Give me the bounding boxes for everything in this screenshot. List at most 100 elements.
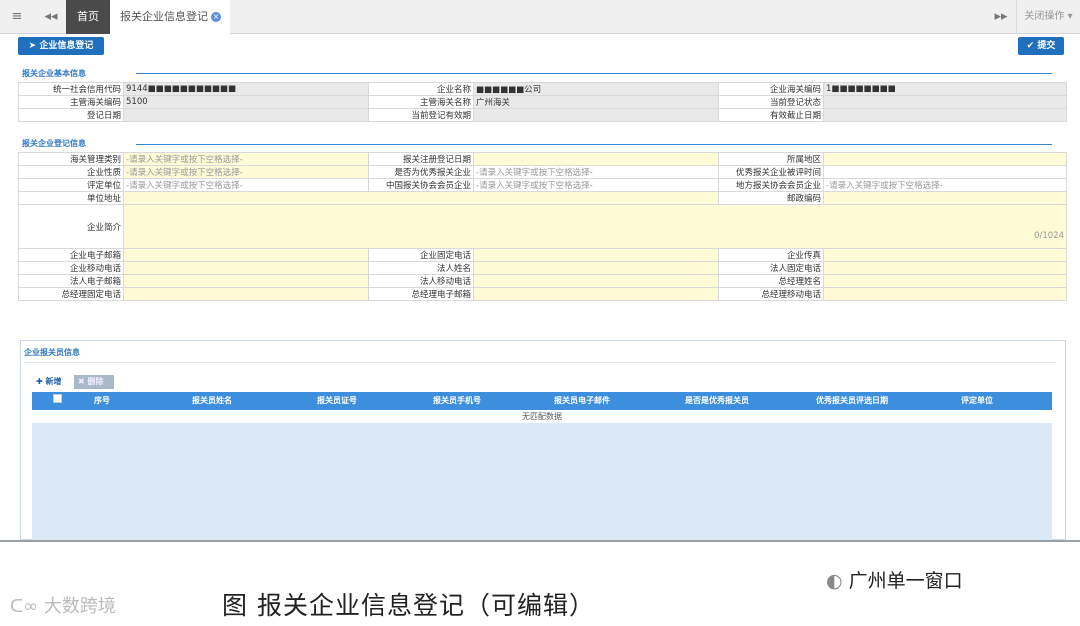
delete-button[interactable]: ✖ 删除 <box>74 375 114 389</box>
tab-current-label: 报关企业信息登记 <box>120 10 208 23</box>
col-index: 序号 <box>94 396 110 405</box>
submit-button[interactable]: ✔ 提交 <box>1018 37 1064 55</box>
add-label: 新增 <box>45 377 62 386</box>
gm-email-label: 总经理电子邮箱 <box>368 287 474 301</box>
expiry-label: 有效截止日期 <box>718 108 824 122</box>
postal-label: 邮政编码 <box>718 191 824 205</box>
col-eval-date: 优秀报关员评选日期 <box>816 396 888 405</box>
gm-name-input[interactable] <box>823 274 1067 288</box>
watermark-left-text: 大数跨境 <box>43 596 116 617</box>
gm-name-label: 总经理姓名 <box>718 274 824 288</box>
reg-date-label: 报关注册登记日期 <box>368 152 474 166</box>
legal-name-input[interactable] <box>473 261 719 275</box>
gm-phone-label: 总经理固定电话 <box>18 287 124 301</box>
customs-category-label: 海关管理类别 <box>18 152 124 166</box>
divider <box>136 73 1052 74</box>
tab-home[interactable]: 首页 <box>66 0 110 34</box>
scroll-right-icon[interactable]: ▸▸ <box>988 0 1014 34</box>
status-value <box>823 95 1067 109</box>
intro-char-count: 0/1024 <box>1034 231 1064 241</box>
nature-label: 企业性质 <box>18 165 124 179</box>
legal-email-label: 法人电子邮箱 <box>18 274 124 288</box>
select-all-checkbox[interactable] <box>53 394 62 403</box>
legal-mobile-input[interactable] <box>473 274 719 288</box>
col-email: 报关员电子邮件 <box>554 396 610 405</box>
watermark-right-text: 广州单一窗口 <box>848 570 963 592</box>
postal-input[interactable] <box>823 191 1067 205</box>
close-operations-label: 关闭操作 <box>1024 11 1065 22</box>
address-input[interactable] <box>123 191 719 205</box>
fax-label: 企业传真 <box>718 248 824 262</box>
credit-code-value: 9144■■■■■■■■■■■ <box>123 82 369 96</box>
region-input[interactable] <box>823 152 1067 166</box>
broker-grid: 序号 报关员姓名 报关员证号 报关员手机号 报关员电子邮件 是否是优秀报关员 优… <box>32 392 1052 542</box>
scroll-left-icon[interactable]: ◂◂ <box>38 0 64 34</box>
divider <box>136 144 1052 145</box>
close-operations-dropdown[interactable]: 关闭操作 ▾ <box>1016 0 1080 34</box>
add-button[interactable]: ✚ 新增 <box>36 375 62 389</box>
credit-code-label: 统一社会信用代码 <box>18 82 124 96</box>
close-icon: ✖ <box>78 377 85 386</box>
intro-label: 企业简介 <box>18 204 124 249</box>
divider <box>0 540 1080 542</box>
gm-mobile-label: 总经理移动电话 <box>718 287 824 301</box>
legal-email-input[interactable] <box>123 274 369 288</box>
mobile-input[interactable] <box>123 261 369 275</box>
submit-label: 提交 <box>1037 41 1056 51</box>
nature-select[interactable]: -请录入关键字或按下空格选择- <box>123 165 369 179</box>
gm-mobile-input[interactable] <box>823 287 1067 301</box>
col-excellent: 是否是优秀报关员 <box>685 396 749 405</box>
address-label: 单位地址 <box>18 191 124 205</box>
email-input[interactable] <box>123 248 369 262</box>
customs-code-value: 1■■■■■■■■ <box>823 82 1067 96</box>
authority-name-label: 主管海关名称 <box>368 95 474 109</box>
intro-textarea[interactable]: 0/1024 <box>123 204 1067 249</box>
local-assoc-select[interactable]: -请录入关键字或按下空格选择- <box>823 178 1067 192</box>
col-mobile: 报关员手机号 <box>433 396 481 405</box>
tab-current[interactable]: 报关企业信息登记 × <box>110 0 230 34</box>
figure-caption: 图 报关企业信息登记（可编辑） <box>222 591 595 620</box>
expiry-value <box>823 108 1067 122</box>
gm-phone-input[interactable] <box>123 287 369 301</box>
fixed-phone-label: 企业固定电话 <box>368 248 474 262</box>
watermark-left: ᑕ∞ 大数跨境 <box>10 592 116 618</box>
legal-phone-input[interactable] <box>823 261 1067 275</box>
legal-phone-label: 法人固定电话 <box>718 261 824 275</box>
plus-icon: ✚ <box>36 377 43 386</box>
excellent-select[interactable]: -请录入关键字或按下空格选择- <box>473 165 719 179</box>
authority-name-value: 广州海关 <box>473 95 719 109</box>
watermark-right: ◐ 广州单一窗口 <box>826 566 963 593</box>
rating-unit-select[interactable]: -请录入关键字或按下空格选择- <box>123 178 369 192</box>
china-assoc-select[interactable]: -请录入关键字或按下空格选择- <box>473 178 719 192</box>
fixed-phone-input[interactable] <box>473 248 719 262</box>
delete-label: 删除 <box>87 377 104 386</box>
company-name-label: 企业名称 <box>368 82 474 96</box>
check-icon: ✔ <box>1026 41 1035 51</box>
eval-time-input[interactable] <box>823 165 1067 179</box>
register-button[interactable]: ➤ 企业信息登记 <box>18 37 104 55</box>
reg-date-input[interactable] <box>473 152 719 166</box>
paper-plane-icon: ➤ <box>28 41 37 51</box>
menu-icon[interactable]: ≡ <box>4 0 30 34</box>
reg-info-table: 海关管理类别 -请录入关键字或按下空格选择- 报关注册登记日期 所属地区 企业性质 -请… <box>18 152 1067 301</box>
fax-input[interactable] <box>823 248 1067 262</box>
rating-unit-label: 评定单位 <box>18 178 124 192</box>
legal-mobile-label: 法人移动电话 <box>368 274 474 288</box>
divider <box>24 362 1056 363</box>
reg-date-label: 登记日期 <box>18 108 124 122</box>
customs-code-label: 企业海关编码 <box>718 82 824 96</box>
register-label: 企业信息登记 <box>39 41 94 51</box>
customs-category-select[interactable]: -请录入关键字或按下空格选择- <box>123 152 369 166</box>
close-tab-icon[interactable]: × <box>211 12 221 22</box>
reg-date-value <box>123 108 369 122</box>
basic-info-title: 报关企业基本信息 <box>22 69 86 78</box>
region-label: 所属地区 <box>718 152 824 166</box>
legal-name-label: 法人姓名 <box>368 261 474 275</box>
col-rating-unit: 评定单位 <box>961 396 993 405</box>
china-assoc-label: 中国报关协会会员企业 <box>368 178 474 192</box>
local-assoc-label: 地方报关协会会员企业 <box>718 178 824 192</box>
reg-info-title: 报关企业登记信息 <box>22 139 86 148</box>
email-label: 企业电子邮箱 <box>18 248 124 262</box>
gm-email-input[interactable] <box>473 287 719 301</box>
empty-row: 无匹配数据 <box>32 410 1052 423</box>
